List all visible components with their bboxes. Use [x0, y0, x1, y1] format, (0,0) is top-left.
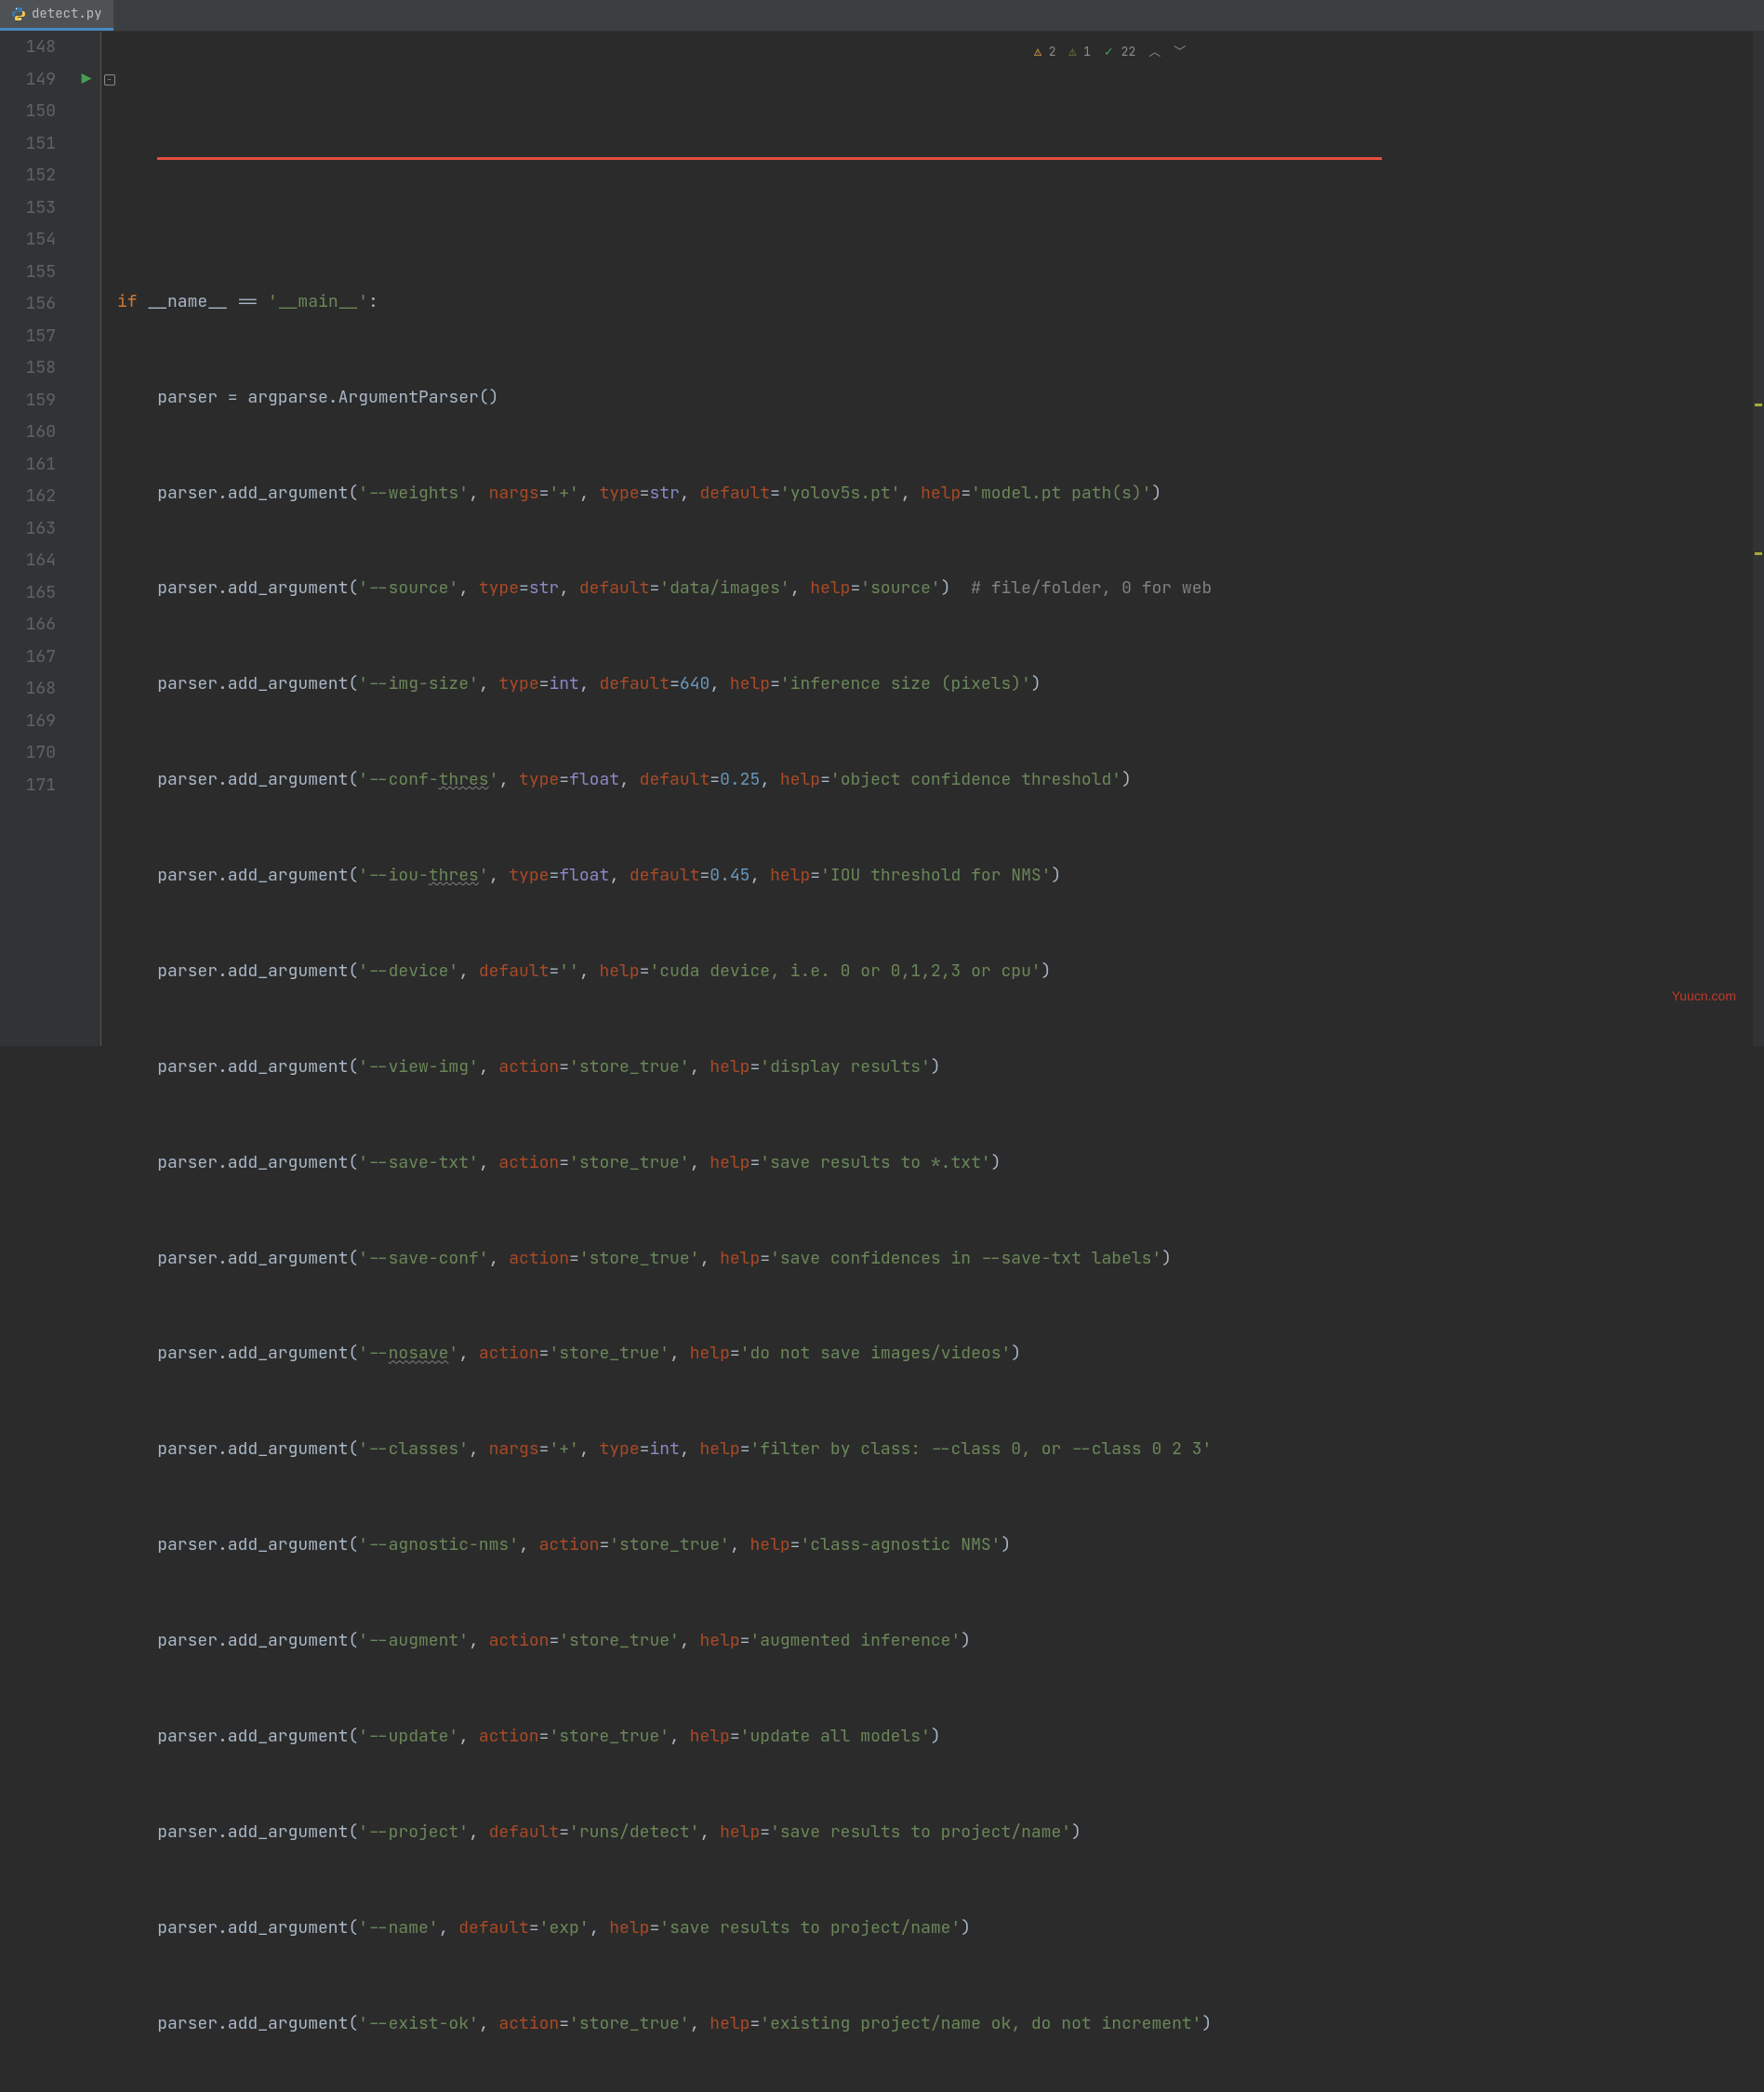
code-line[interactable]: parser = argparse.ArgumentParser(): [117, 382, 1212, 415]
typo-icon: ✓: [1104, 44, 1114, 60]
code-line[interactable]: parser.add_argument('--classes', nargs='…: [117, 1434, 1212, 1466]
code-line[interactable]: parser.add_argument('--device', default=…: [117, 956, 1212, 988]
code-line[interactable]: parser.add_argument('--source', type=str…: [117, 573, 1212, 605]
code-line[interactable]: parser.add_argument('--name', default='e…: [117, 1913, 1212, 1945]
code-line[interactable]: parser.add_argument('--project', default…: [117, 1817, 1212, 1849]
code-line[interactable]: parser.add_argument('--update', action='…: [117, 1721, 1212, 1754]
stripe-marker[interactable]: [1755, 552, 1762, 555]
code-line[interactable]: parser.add_argument('--save-conf', actio…: [117, 1243, 1212, 1276]
chevron-down-icon[interactable]: ﹀: [1174, 41, 1186, 64]
line-number: 171: [0, 770, 73, 802]
line-number: 150: [0, 96, 73, 128]
code-line[interactable]: parser.add_argument('--conf-thres', type…: [117, 764, 1212, 797]
line-number: 164: [0, 545, 73, 577]
line-number: 169: [0, 706, 73, 738]
code-line[interactable]: parser.add_argument('--save-txt', action…: [117, 1147, 1212, 1180]
code-line[interactable]: parser.add_argument('--agnostic-nms', ac…: [117, 1529, 1212, 1562]
tab-filename: detect.py: [32, 2, 102, 27]
line-number: 151: [0, 128, 73, 161]
inspections-widget[interactable]: ⚠ 2 ⚠ 1 ✓ 22 ︿ ﹀: [1028, 39, 1191, 66]
code-line[interactable]: parser.add_argument('--view-img', action…: [117, 1052, 1212, 1084]
code-line[interactable]: [117, 191, 1212, 223]
line-number: 153: [0, 192, 73, 225]
line-number: 149: [0, 64, 73, 97]
fold-icon[interactable]: −: [104, 74, 115, 86]
code-line[interactable]: parser.add_argument('--exist-ok', action…: [117, 2008, 1212, 2041]
code-line[interactable]: parser.add_argument('--nosave', action='…: [117, 1338, 1212, 1370]
line-number: 158: [0, 352, 73, 385]
editor-tab-bar: detect.py: [0, 0, 1764, 32]
python-file-icon: [11, 7, 26, 21]
file-tab-active[interactable]: detect.py: [0, 0, 113, 31]
code-line[interactable]: if __name__ == '__main__':: [117, 286, 1212, 319]
line-number: 154: [0, 224, 73, 257]
fold-gutter: −: [100, 32, 117, 1046]
code-line[interactable]: parser.add_argument('--img-size', type=i…: [117, 669, 1212, 701]
error-stripe[interactable]: [1753, 32, 1764, 1046]
chevron-up-icon[interactable]: ︿: [1148, 41, 1161, 64]
line-number: 170: [0, 737, 73, 770]
code-area[interactable]: ⚠ 2 ⚠ 1 ✓ 22 ︿ ﹀ if __name__ == '__main_…: [117, 32, 1212, 1046]
line-number: 166: [0, 609, 73, 642]
code-line[interactable]: parser.add_argument('--augment', action=…: [117, 1625, 1212, 1658]
line-number: 161: [0, 449, 73, 482]
line-number: 160: [0, 417, 73, 449]
warning-icon: ⚠: [1034, 44, 1041, 60]
code-line[interactable]: parser.add_argument('--weights', nargs='…: [117, 478, 1212, 510]
watermark-text: Yuucn.com: [1672, 984, 1736, 1009]
line-number: 162: [0, 481, 73, 513]
line-number-gutter: 1481491501511521531541551561571581591601…: [0, 32, 73, 1046]
run-icon: ▶: [82, 64, 92, 96]
line-number: 163: [0, 513, 73, 546]
weak-warning-icon: ⚠: [1069, 44, 1077, 60]
line-number: 157: [0, 321, 73, 353]
line-number: 152: [0, 160, 73, 192]
code-line[interactable]: parser.add_argument('--iou-thres', type=…: [117, 860, 1212, 893]
line-number: 148: [0, 32, 73, 64]
code-editor[interactable]: 1481491501511521531541551561571581591601…: [0, 32, 1764, 1046]
line-number: 168: [0, 673, 73, 706]
line-number: 155: [0, 257, 73, 289]
line-number: 159: [0, 385, 73, 417]
annotation-underline: [157, 157, 1382, 160]
line-number: 165: [0, 577, 73, 610]
stripe-marker[interactable]: [1755, 404, 1762, 406]
run-gutter: ▶: [73, 32, 100, 1046]
line-number: 156: [0, 288, 73, 321]
line-number: 167: [0, 642, 73, 674]
run-gutter-icon[interactable]: ▶: [73, 64, 100, 97]
